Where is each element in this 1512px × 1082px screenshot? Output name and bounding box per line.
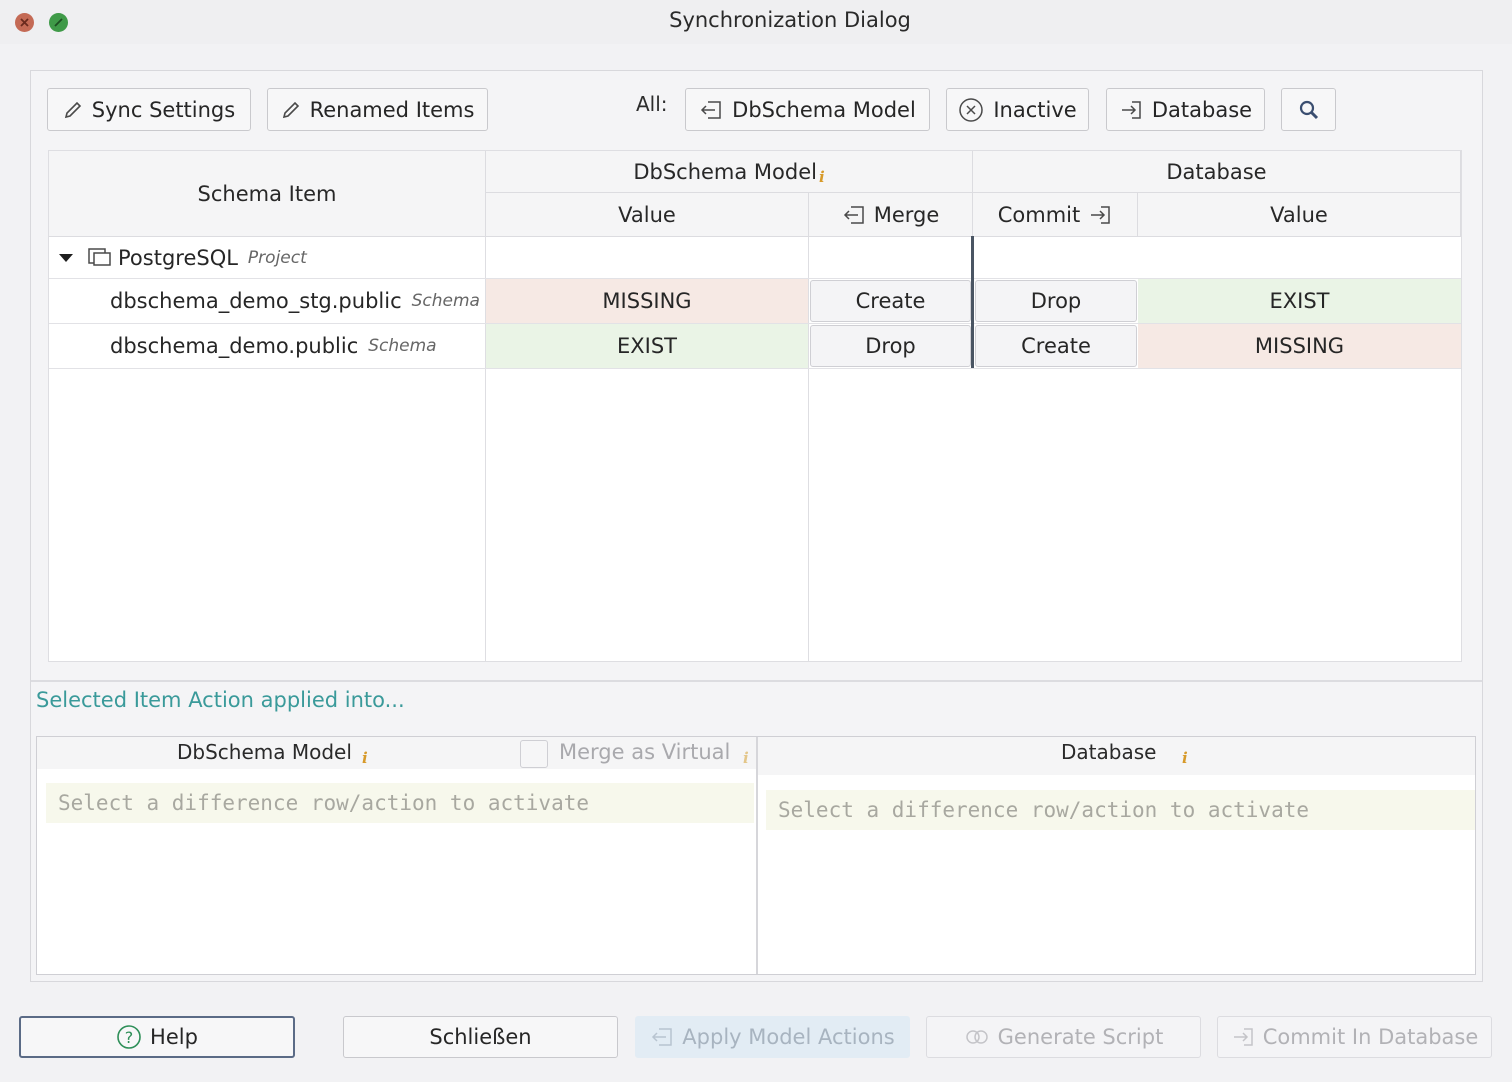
info-icon: i [362, 749, 368, 767]
model-database-separator [971, 236, 974, 368]
merge-virtual-checkbox[interactable] [520, 740, 548, 768]
project-type: Project [247, 248, 307, 268]
all-dbschema-model-label: DbSchema Model [732, 97, 916, 122]
schema-name: dbschema_demo.public [110, 334, 359, 358]
commit-into-icon [1233, 1028, 1253, 1046]
help-button[interactable]: ? Help [19, 1016, 295, 1058]
model-script-area[interactable]: Select a difference row/action to activa… [46, 783, 754, 823]
schema-type: Schema [411, 291, 480, 311]
renamed-items-label: Renamed Items [309, 97, 475, 122]
tree-row-schema[interactable]: dbschema_demo_stg.public Schema [110, 279, 485, 323]
all-label: All: [636, 92, 668, 116]
all-dbschema-model-button[interactable]: DbSchema Model [685, 88, 930, 131]
generate-script-label: Generate Script [997, 1025, 1164, 1049]
commit-action-button[interactable]: Create [975, 325, 1137, 367]
tree-row-project[interactable]: PostgreSQL Project [56, 238, 484, 278]
search-button[interactable] [1281, 88, 1336, 131]
all-database-button[interactable]: Database [1106, 88, 1265, 131]
merge-action-button[interactable]: Create [810, 280, 971, 322]
help-icon: ? [117, 1025, 141, 1049]
svg-text:?: ? [125, 1028, 134, 1047]
header-dbschema-model: DbSchema Model i [486, 151, 973, 193]
info-icon: i [743, 749, 749, 767]
all-inactive-label: Inactive [993, 97, 1077, 122]
commit-into-icon [1121, 100, 1141, 119]
schema-name: dbschema_demo_stg.public [110, 289, 402, 313]
section-divider [31, 680, 1482, 682]
help-label: Help [150, 1025, 198, 1049]
title-bar: Synchronization Dialog [0, 0, 1512, 44]
close-button[interactable]: Schließen [343, 1016, 618, 1058]
merge-into-icon [652, 1028, 673, 1046]
info-icon: i [818, 167, 825, 186]
selected-section-label: Selected Item Action applied into... [36, 688, 405, 712]
header-dbschema-model-label: DbSchema Model [633, 159, 817, 184]
selected-action-panel: DbSchema Model i i Database i Select a d… [36, 736, 1476, 975]
database-panel-title: Database [1061, 740, 1157, 764]
schema-type: Schema [368, 336, 437, 356]
commit-into-icon [1091, 205, 1110, 224]
sync-settings-button[interactable]: Sync Settings [47, 88, 251, 131]
database-panel-header: Database i [758, 737, 1475, 775]
header-commit: Commit [973, 193, 1138, 237]
merge-into-icon [843, 205, 864, 224]
model-value-cell: EXIST [486, 324, 808, 368]
apply-model-actions-label: Apply Model Actions [682, 1025, 895, 1049]
row-divider [49, 368, 1461, 369]
database-script-area[interactable]: Select a difference row/action to activa… [766, 790, 1475, 830]
project-icon [88, 248, 111, 266]
expand-triangle-icon[interactable] [56, 248, 76, 268]
header-database: Database [973, 151, 1461, 193]
header-merge: Merge [809, 193, 973, 237]
commit-in-database-label: Commit In Database [1262, 1025, 1479, 1049]
pencil-icon [282, 101, 299, 118]
info-icon: i [1182, 749, 1188, 767]
column-divider [808, 237, 809, 662]
header-schema-item: Schema Item [49, 151, 486, 237]
apply-model-actions-button[interactable]: Apply Model Actions [635, 1016, 910, 1058]
header-db-value: Value [1138, 193, 1461, 237]
db-value-cell: EXIST [1138, 279, 1461, 323]
all-database-label: Database [1151, 97, 1253, 122]
link-icon [965, 1030, 988, 1044]
tree-row-schema[interactable]: dbschema_demo.public Schema [110, 324, 485, 368]
merge-action-button[interactable]: Drop [810, 325, 971, 367]
commit-in-database-button[interactable]: Commit In Database [1217, 1016, 1492, 1058]
search-icon [1299, 100, 1318, 119]
merge-into-icon [701, 100, 721, 119]
renamed-items-button[interactable]: Renamed Items [267, 88, 488, 131]
model-value-cell: MISSING [486, 279, 808, 323]
sync-settings-label: Sync Settings [91, 97, 236, 122]
merge-virtual-label: Merge as Virtual [559, 740, 731, 764]
cancel-circle-icon [959, 97, 984, 122]
window-title: Synchronization Dialog [669, 8, 911, 32]
header-merge-label: Merge [873, 202, 940, 227]
all-inactive-button[interactable]: Inactive [946, 88, 1089, 131]
commit-action-button[interactable]: Drop [975, 280, 1137, 322]
model-panel-title: DbSchema Model [177, 740, 352, 764]
header-commit-label: Commit [997, 202, 1081, 227]
db-value-cell: MISSING [1138, 324, 1461, 368]
pencil-icon [64, 101, 81, 118]
generate-script-button[interactable]: Generate Script [926, 1016, 1201, 1058]
project-name: PostgreSQL [118, 246, 238, 270]
header-model-value: Value [486, 193, 809, 237]
